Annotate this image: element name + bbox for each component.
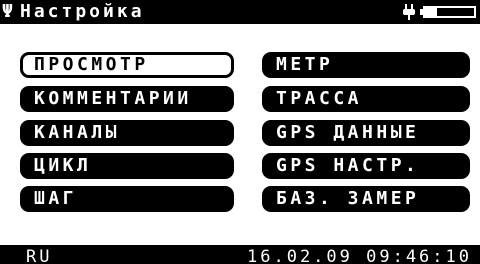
device-screen: Ψ Настройка ПРОСМОТР КОММЕНТАРИИ КАНАЛЫ … [0, 0, 480, 264]
page-title: Настройка [20, 1, 145, 22]
battery-icon [420, 6, 476, 18]
language-indicator: RU [26, 247, 53, 264]
menu-button-gps-data[interactable]: GPS ДАННЫЕ [262, 120, 470, 146]
status-footer: RU 16.02.09 09:46:10 [0, 245, 480, 264]
menu-button-base-measure[interactable]: БАЗ. ЗАМЕР [262, 186, 470, 212]
datetime-display: 16.02.09 09:46:10 [247, 247, 472, 264]
title-bar: Ψ Настройка [0, 0, 480, 24]
menu-button-step[interactable]: ШАГ [20, 186, 234, 212]
menu-button-meter[interactable]: МЕТР [262, 52, 470, 78]
menu-button-cycle[interactable]: ЦИКЛ [20, 153, 234, 179]
menu-button-view[interactable]: ПРОСМОТР [20, 52, 234, 78]
antenna-icon: Ψ [2, 1, 13, 22]
menu-button-gps-settings[interactable]: GPS НАСТР. [262, 153, 470, 179]
menu-button-comments[interactable]: КОММЕНТАРИИ [20, 86, 234, 112]
menu-button-route[interactable]: ТРАССА [262, 86, 470, 112]
status-icons [400, 3, 476, 21]
menu-button-channels[interactable]: КАНАЛЫ [20, 120, 234, 146]
plug-icon [403, 4, 415, 20]
